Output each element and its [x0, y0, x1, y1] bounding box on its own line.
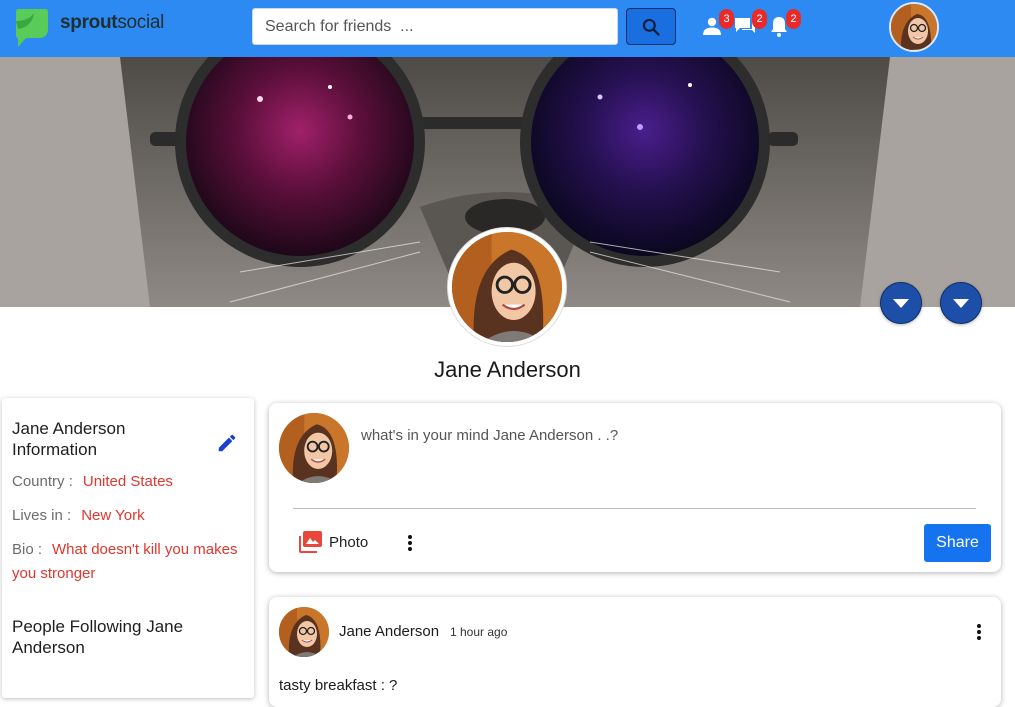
bio-row: Bio : What doesn't kill you makes you str… [12, 538, 247, 586]
user-photo [891, 4, 937, 50]
info-card: Jane Anderson Information Country : Unite… [2, 398, 254, 698]
composer-input[interactable] [361, 427, 971, 444]
notifications-button[interactable]: 2 [767, 9, 801, 40]
search-button[interactable] [626, 8, 676, 45]
post-more-button[interactable] [969, 622, 989, 642]
country-row: Country : United States [12, 470, 247, 494]
profile-photo [452, 232, 562, 342]
photo-label: Photo [329, 533, 369, 551]
profile-avatar[interactable] [448, 228, 566, 346]
search-icon [642, 18, 660, 36]
brand-name-bold: sprout [60, 12, 118, 33]
post-card: Jane Anderson 1 hour ago tasty breakfast… [269, 597, 1001, 707]
post-author[interactable]: Jane Anderson [339, 623, 439, 640]
followers-title: People Following Jane Anderson [12, 617, 184, 657]
pencil-icon[interactable] [216, 432, 238, 454]
photo-library-icon [299, 531, 322, 553]
info-title: Jane Anderson Information [12, 419, 126, 459]
country-label: Country : [12, 473, 73, 490]
country-value: United States [82, 473, 173, 490]
photo-button[interactable]: Photo [297, 529, 368, 555]
brand-name-light: social [117, 12, 165, 33]
profile-name: Jane Anderson [434, 357, 581, 382]
brand-name[interactable]: sproutsocial [60, 12, 164, 34]
notifications-count-badge: 2 [786, 9, 801, 29]
bio-value: What doesn't kill you makes you stronger [12, 541, 238, 582]
sprout-logo-icon[interactable] [14, 7, 50, 49]
messages-count-badge: 2 [752, 9, 767, 29]
bio-label: Bio : [12, 541, 43, 558]
post-timestamp: 1 hour ago [450, 625, 508, 639]
top-navbar: sproutsocial 3 2 2 [0, 0, 1015, 57]
lives-label: Lives in : [12, 507, 72, 524]
user-avatar[interactable] [889, 2, 939, 52]
composer-divider [293, 508, 976, 509]
composer-avatar-photo [279, 413, 349, 483]
friends-button[interactable]: 3 [700, 9, 734, 40]
messages-button[interactable]: 2 [733, 9, 767, 40]
cover-options-button[interactable] [940, 282, 982, 324]
cover-dropdown-button[interactable] [880, 282, 922, 324]
share-button[interactable]: Share [924, 524, 991, 562]
search-input[interactable] [252, 8, 618, 45]
lives-value: New York [81, 507, 145, 524]
composer-avatar[interactable] [279, 413, 349, 483]
more-vert-icon [977, 624, 981, 640]
composer-more-button[interactable] [400, 533, 420, 553]
more-vert-icon [408, 535, 412, 551]
post-avatar-photo [279, 607, 329, 657]
lives-row: Lives in : New York [12, 504, 247, 528]
post-composer: Photo Share [269, 403, 1001, 572]
post-avatar[interactable] [279, 607, 329, 657]
friends-count-badge: 3 [719, 9, 734, 29]
